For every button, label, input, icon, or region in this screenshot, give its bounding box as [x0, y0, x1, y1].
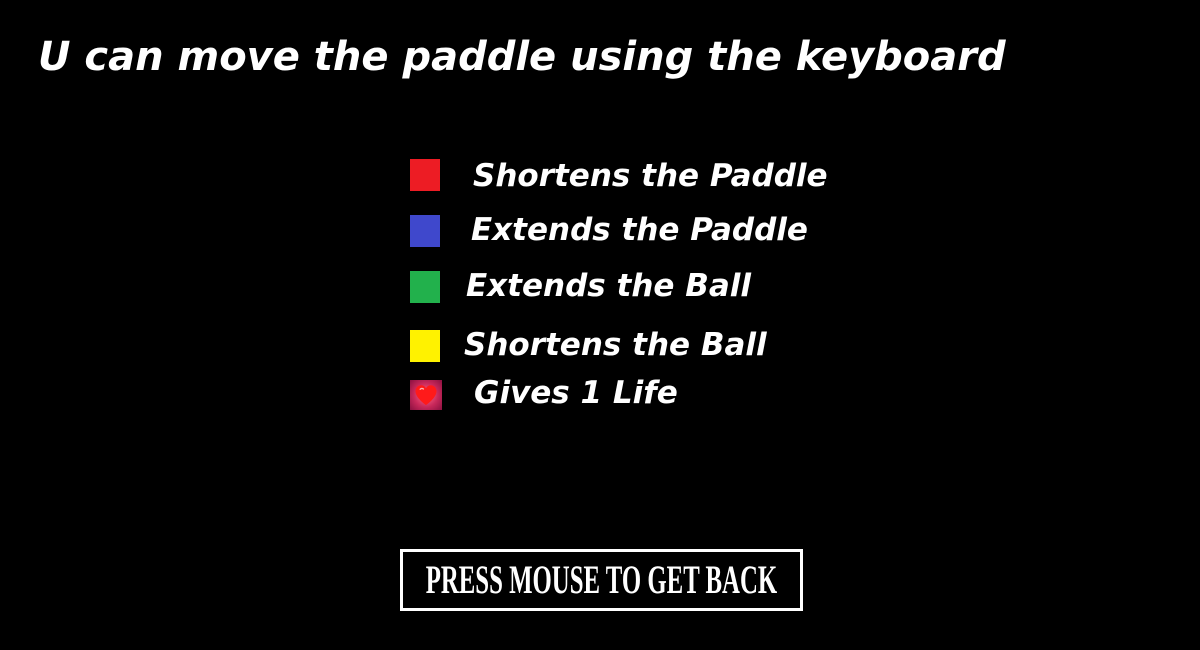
back-button[interactable]: PRESS MOUSE TO GET BACK — [400, 549, 803, 611]
blue-square-icon — [410, 215, 440, 247]
heart-icon — [410, 380, 442, 410]
back-button-label: PRESS MOUSE TO GET BACK — [425, 557, 778, 602]
legend-label-extend-paddle: Extends the Paddle — [471, 212, 808, 248]
legend-label-shorten-paddle: Shortens the Paddle — [473, 158, 828, 194]
green-square-icon — [410, 271, 440, 303]
red-square-icon — [410, 159, 440, 191]
legend-label-extend-ball: Extends the Ball — [466, 268, 752, 304]
help-screen: U can move the paddle using the keyboard… — [0, 0, 1200, 650]
yellow-square-icon — [410, 330, 440, 362]
legend-label-extra-life: Gives 1 Life — [474, 375, 678, 411]
legend-label-shorten-ball: Shortens the Ball — [464, 327, 767, 363]
